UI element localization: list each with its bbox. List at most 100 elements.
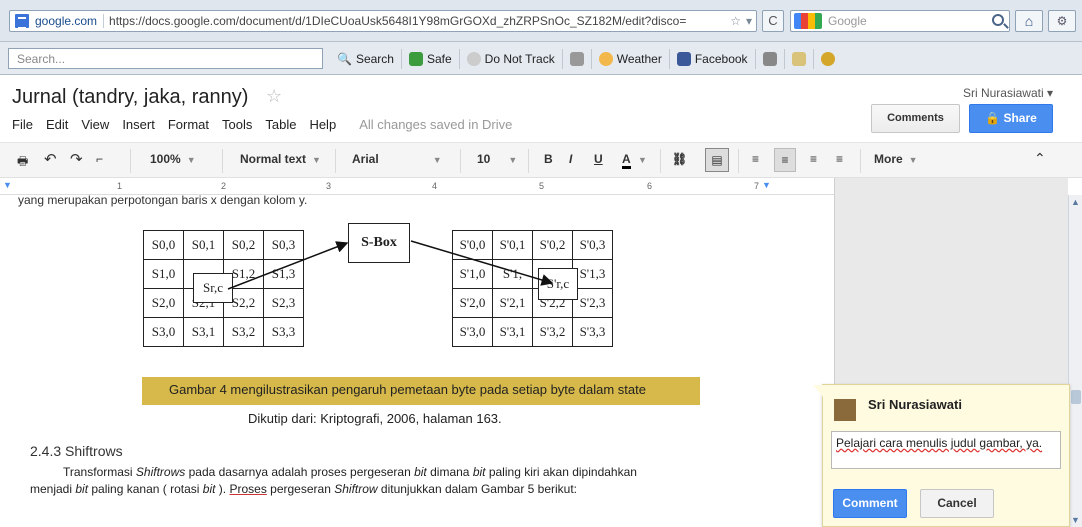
underline-button[interactable]: U	[594, 152, 603, 166]
home-button[interactable]: ⌂	[1015, 10, 1043, 32]
lock-icon: 🔒	[985, 111, 1001, 125]
addon-coin-button[interactable]	[814, 49, 842, 69]
ruler-mark: 4	[432, 181, 438, 191]
figure-source: Dikutip dari: Kriptografi, 2006, halaman…	[248, 411, 502, 426]
menu-file[interactable]: File	[12, 117, 33, 132]
comment-submit-button[interactable]: Comment	[833, 489, 907, 518]
arrow-to-sbox	[227, 241, 349, 290]
print-icon[interactable]: 🖶	[17, 152, 28, 173]
undo-icon[interactable]: ↶	[44, 150, 57, 168]
zoom-select[interactable]: 100% ▼	[150, 152, 196, 166]
magnifier-icon[interactable]	[992, 14, 1004, 26]
section-heading: 2.4.3 Shiftrows	[30, 443, 123, 459]
right-indent-marker-icon[interactable]: ▼	[762, 180, 771, 190]
document-title[interactable]: Jurnal (tandry, jaka, ranny)	[12, 86, 248, 109]
comment-insert-icon[interactable]: ▤	[705, 148, 729, 172]
google-logo-icon	[794, 13, 822, 29]
addon-safe-button[interactable]: Safe	[402, 48, 460, 69]
facebook-icon	[676, 51, 691, 66]
left-indent-marker-icon[interactable]: ▼	[3, 180, 12, 190]
trash-icon	[569, 51, 584, 66]
ruler-mark: 6	[647, 181, 653, 191]
redo-icon[interactable]: ↷	[70, 150, 83, 168]
addon-calculator-button[interactable]	[756, 48, 785, 69]
google-search-box[interactable]: Google	[790, 10, 1010, 32]
address-url[interactable]: https://docs.google.com/document/d/1DIeC…	[104, 14, 686, 28]
comment-textarea[interactable]: Pelajari cara menulis judul gambar, ya.	[831, 431, 1061, 469]
scroll-down-icon[interactable]: ▼	[1071, 515, 1080, 525]
align-right-icon[interactable]: ≡	[810, 152, 817, 166]
text-color-button[interactable]: A	[622, 152, 631, 169]
collapse-toolbar-icon[interactable]: ⌃	[1034, 150, 1046, 167]
bold-button[interactable]: B	[544, 152, 553, 166]
addon-facebook-button[interactable]: Facebook	[670, 48, 756, 69]
comment-card: Sri Nurasiawati Pelajari cara menulis ju…	[813, 384, 1070, 527]
style-select[interactable]: Normal text ▼	[240, 152, 321, 166]
font-size-select[interactable]: 10 ▼	[477, 152, 517, 166]
paragraph-line-1: Transformasi Shiftrows pada dasarnya ada…	[63, 465, 637, 479]
address-bar[interactable]: google.com https://docs.google.com/docum…	[9, 10, 757, 32]
reload-button[interactable]: C	[762, 10, 784, 32]
ruler-mark: 5	[539, 181, 545, 191]
align-left-icon[interactable]: ≡	[752, 152, 759, 166]
extension-button[interactable]: ⚙	[1048, 10, 1076, 32]
coin-icon	[820, 51, 835, 66]
figure-caption: Gambar 4 mengilustrasikan pengaruh pemet…	[142, 377, 700, 405]
addon-dnt-button[interactable]: Do Not Track	[460, 48, 563, 69]
user-account-menu[interactable]: Sri Nurasiawati ▾	[963, 86, 1053, 100]
avatar	[834, 399, 856, 421]
addon-toolbar: Search... 🔍 Search Safe Do Not Track Weat…	[0, 42, 1082, 75]
ruler[interactable]: ▼ 1 2 3 4 5 6 7 ▼	[0, 178, 835, 195]
comment-cancel-button[interactable]: Cancel	[920, 489, 994, 518]
text-color-dropdown-icon[interactable]: ▼	[638, 155, 647, 165]
more-menu[interactable]: More ▼	[874, 152, 918, 166]
document-page[interactable]: yang merupakan perpotongan baris x denga…	[0, 195, 834, 527]
justify-icon[interactable]: ≡	[836, 152, 843, 166]
font-select[interactable]: Arial ▼	[352, 152, 448, 166]
ruler-mark: 2	[221, 181, 227, 191]
menu-tools[interactable]: Tools	[222, 117, 252, 132]
bookmark-star-icon[interactable]: ☆	[730, 14, 741, 28]
ruler-mark: 7	[754, 181, 760, 191]
shield-icon	[408, 51, 423, 66]
save-status: All changes saved in Drive	[359, 117, 513, 132]
paint-format-icon[interactable]: ⌐	[96, 152, 103, 166]
menu-edit[interactable]: Edit	[46, 117, 68, 132]
italic-button[interactable]: I	[569, 152, 572, 166]
arrow-from-sbox	[410, 240, 554, 286]
scroll-up-icon[interactable]: ▲	[1071, 197, 1080, 207]
comment-author: Sri Nurasiawati	[868, 397, 962, 412]
menu-view[interactable]: View	[81, 117, 109, 132]
share-button[interactable]: 🔒 Share	[969, 104, 1053, 133]
browser-url-row: google.com https://docs.google.com/docum…	[0, 0, 1082, 42]
google-search-placeholder: Google	[828, 14, 867, 28]
eye-icon	[466, 51, 481, 66]
scroll-thumb[interactable]	[1071, 390, 1081, 404]
menu-help[interactable]: Help	[309, 117, 336, 132]
addon-search-button[interactable]: 🔍 Search	[330, 48, 402, 69]
star-document-icon[interactable]: ☆	[266, 86, 282, 107]
format-toolbar: 🖶 ↶ ↷ ⌐ 100% ▼ Normal text ▼ Arial ▼ 10 ▼ B …	[0, 142, 1082, 178]
paragraph-line-2: menjadi bit paling kanan ( rotasi bit ).…	[30, 482, 578, 496]
comments-button[interactable]: Comments	[871, 104, 960, 133]
menu-insert[interactable]: Insert	[122, 117, 155, 132]
vertical-scrollbar[interactable]: ▲ ▼	[1068, 195, 1082, 527]
docs-favicon-icon	[15, 14, 29, 29]
search-icon: 🔍	[337, 51, 352, 66]
addon-weather-button[interactable]: Weather	[592, 48, 670, 69]
align-center-icon[interactable]: ≡	[774, 148, 796, 172]
link-icon[interactable]: ⛓	[672, 152, 687, 166]
calculator-icon	[762, 51, 777, 66]
menu-table[interactable]: Table	[265, 117, 296, 132]
menu-bar: File Edit View Insert Format Tools Table…	[12, 117, 512, 132]
menu-format[interactable]: Format	[168, 117, 209, 132]
addon-trash-button[interactable]	[563, 48, 592, 69]
ruler-mark: 3	[326, 181, 332, 191]
mapping-arrows	[227, 240, 554, 290]
address-domain: google.com	[35, 14, 105, 28]
addon-notes-button[interactable]	[785, 48, 814, 69]
weather-icon	[598, 51, 613, 66]
addon-search-input[interactable]: Search...	[8, 48, 323, 69]
history-dropdown-icon[interactable]: ▾	[746, 14, 752, 28]
ruler-mark: 1	[117, 181, 123, 191]
